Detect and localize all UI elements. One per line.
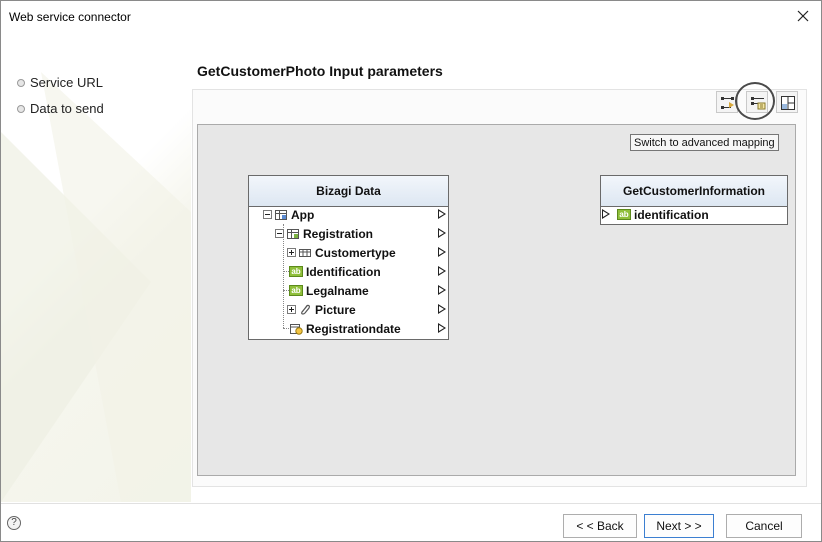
mapping-connector-arrow[interactable] <box>438 323 446 333</box>
related-entity-icon <box>299 248 311 257</box>
back-button[interactable]: < < Back <box>563 514 637 538</box>
entity-table-icon <box>275 209 287 220</box>
tree-row-picture[interactable]: Picture <box>287 300 356 319</box>
close-button[interactable] <box>791 5 815 27</box>
tree-row-label: Registrationdate <box>306 321 401 336</box>
page-title: GetCustomerPhoto Input parameters <box>197 63 443 79</box>
mapping-connector-arrow[interactable] <box>438 304 446 314</box>
cancel-button[interactable]: Cancel <box>726 514 802 538</box>
nav-item-data-to-send[interactable]: Data to send <box>17 101 104 116</box>
tree-row-label: Customertype <box>315 245 396 260</box>
text-attribute-icon: ab <box>617 209 631 220</box>
tree-row-registrationdate[interactable]: Registrationdate <box>289 319 401 338</box>
nav-item-label: Data to send <box>30 101 104 116</box>
tree-row-label: Legalname <box>306 283 369 298</box>
tree-row-registration[interactable]: Registration <box>275 224 373 243</box>
expand-icon[interactable] <box>287 305 296 314</box>
get-customer-information-title: GetCustomerInformation <box>601 176 787 207</box>
date-attribute-icon <box>290 323 303 335</box>
nav-bullet-icon <box>17 104 25 113</box>
mapping-lines-icon <box>721 97 734 109</box>
nav-item-service-url[interactable]: Service URL <box>17 75 103 90</box>
window-title: Web service connector <box>9 10 131 24</box>
mapping-connector-arrow[interactable] <box>438 228 446 238</box>
mapping-connector-arrow[interactable] <box>438 285 446 295</box>
mapping-connector-arrow[interactable] <box>438 209 446 219</box>
text-attribute-icon: ab <box>289 266 303 277</box>
footer: ? < < Back Next > > Cancel <box>1 504 821 541</box>
nav-bullet-icon <box>17 78 25 87</box>
tree-row-label: Registration <box>303 226 374 241</box>
tree-row-identification-input[interactable]: ab identification <box>617 205 709 224</box>
tree-row-label: identification <box>634 207 709 222</box>
web-service-connector-window: Web service connector Service URL Data t… <box>0 0 822 542</box>
tree-row-legalname[interactable]: ab Legalname <box>289 281 369 300</box>
next-button[interactable]: Next > > <box>644 514 714 538</box>
close-icon <box>797 10 809 22</box>
collapse-icon[interactable] <box>263 210 272 219</box>
tree-row-app[interactable]: App <box>263 205 314 224</box>
tooltip: Switch to advanced mapping <box>630 134 779 151</box>
nav-item-label: Service URL <box>30 75 103 90</box>
help-icon[interactable]: ? <box>7 516 21 530</box>
layout-view-button[interactable] <box>776 91 798 113</box>
layout-icon <box>781 96 795 110</box>
collection-table-icon <box>287 228 299 239</box>
tree-row-customertype[interactable]: Customertype <box>287 243 396 262</box>
collapse-icon[interactable] <box>275 229 284 238</box>
paperclip-icon <box>301 304 310 315</box>
tree-row-label: App <box>291 207 315 222</box>
tree-row-identification[interactable]: ab Identification <box>289 262 381 281</box>
title-bar: Web service connector <box>1 1 821 32</box>
tree-row-label: Picture <box>315 302 356 317</box>
text-attribute-icon: ab <box>289 285 303 296</box>
expand-icon[interactable] <box>287 248 296 257</box>
mapping-input-arrow[interactable] <box>602 209 610 219</box>
tree-row-label: Identification <box>306 264 381 279</box>
highlight-circle <box>735 82 775 120</box>
mapping-connector-arrow[interactable] <box>438 266 446 276</box>
bizagi-data-title: Bizagi Data <box>249 176 448 207</box>
mapping-connector-arrow[interactable] <box>438 247 446 257</box>
